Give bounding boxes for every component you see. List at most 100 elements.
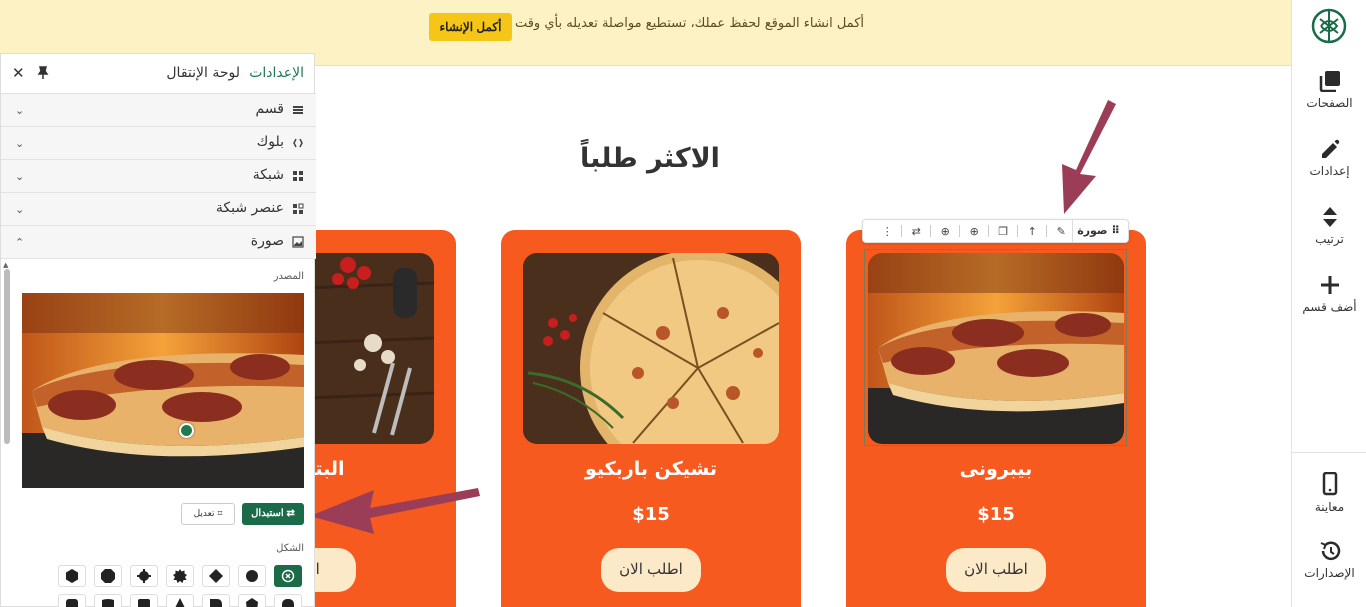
shape-leaf[interactable] [202,594,230,607]
toolbar-divider [959,225,961,237]
tab-settings[interactable]: الإعدادات [249,65,304,81]
triangle-shape-icon [175,598,185,607]
shape-circle[interactable] [238,565,266,587]
history-icon [1320,541,1340,561]
plus-icon [1320,276,1339,294]
shape-triangle[interactable] [166,594,194,607]
versions-button[interactable]: الإصدارات [1292,540,1366,580]
pencil-icon: ✎ [1056,224,1066,238]
accordion-grid[interactable]: شبكة ⌄ [1,160,316,193]
tab-navigator[interactable]: لوحة الإنتقال [166,65,240,81]
product-name[interactable]: بيبرونى [846,458,1146,480]
toolbar-divider [1046,225,1048,237]
chevron-down-icon: ⌄ [15,203,25,216]
product-name[interactable]: تشيكن باربكيو [501,458,801,480]
edit-image-button[interactable]: ⌗ تعديل [181,503,235,525]
move-up-button[interactable]: ↑ [1021,220,1043,242]
editor-screen: أكمل انشاء الموقع لحفظ عملك، تستطيع مواص… [0,0,1366,607]
sort-icon [1322,207,1337,227]
toolbar-divider [1292,452,1366,453]
diamond-shape-icon [209,569,223,583]
circle-shape-icon [246,570,258,582]
banner-message: أكمل انشاء الموقع لحفظ عملك، تستطيع مواص… [514,16,864,31]
shape-rounded-square[interactable] [274,594,302,607]
add-below-button[interactable]: ⊕ [963,220,985,242]
image-source-preview[interactable] [22,293,304,488]
shape-square-a[interactable] [130,594,158,607]
pencil-icon [1321,139,1339,158]
more-options-button[interactable]: ⋮ [876,220,898,242]
order-now-button[interactable]: اطلب الان [946,548,1046,592]
shape-square-c[interactable] [58,594,86,607]
order-now-button[interactable]: اطلب الان [601,548,701,592]
shape-badge[interactable] [166,565,194,587]
accordion-section[interactable]: قسم ⌄ [1,94,316,127]
toolbar-divider [930,225,932,237]
pin-icon[interactable] [37,66,49,80]
mobile-icon [1322,472,1337,496]
add-section-button[interactable]: أضف قسم [1292,274,1366,314]
chevron-down-icon: ⌄ [15,137,25,150]
logo-icon[interactable] [1311,8,1347,44]
selected-image-outline [864,249,1127,446]
edit-button[interactable]: ✎ [1050,220,1072,242]
product-price[interactable]: $15 [846,504,1146,525]
sort-button[interactable]: ترتيب [1292,206,1366,246]
swap-icon: ⇄ [286,508,295,519]
add-above-button[interactable]: ⊕ [934,220,956,242]
complete-setup-button[interactable]: أكمل الإنشاء [429,13,512,41]
pages-button[interactable]: الصفحات [1292,70,1366,110]
panel-scrollbar[interactable] [4,269,10,444]
octagon-shape-icon [101,569,115,583]
chevron-up-icon: ⌃ [15,236,25,249]
drag-handle-icon[interactable]: ⠿ [1111,224,1120,237]
settings-panel: الإعدادات لوحة الإنتقال ✕ قسم ⌄ بلوك ⌄ ش… [0,53,316,607]
shape-hexagon[interactable] [58,565,86,587]
accordion-block[interactable]: بلوك ⌄ [1,127,316,160]
rounded-square-shape-icon [282,599,294,607]
add-above-icon: ⊕ [940,224,950,238]
replace-image-button[interactable]: ⇄ استبدال [242,503,304,525]
toolbar-divider [901,225,903,237]
grid-icon [293,171,303,181]
pages-icon [1319,71,1340,92]
settings-button[interactable]: إعدادات [1292,138,1366,178]
right-toolbar: الصفحات إعدادات ترتيب أضف قسم معاينة الإ… [1291,0,1366,607]
shape-label: الشكل [276,543,304,554]
toolbar-divider [988,225,990,237]
square-shape-icon [66,599,78,607]
leaf-shape-icon [210,599,222,607]
accordion-grid-item[interactable]: عنصر شبكة ⌄ [1,193,316,226]
image-settings-body: ▲ المصدر ⇄ استبدال ⌗ تعديل الشكل [1,261,316,607]
shape-octagon[interactable] [94,565,122,587]
element-toolbar: ⠿ صورة ✎ ↑ ❐ ⊕ ⊕ ⇄ ⋮ [862,219,1129,243]
close-icon[interactable]: ✕ [12,64,25,82]
grid-item-icon [293,203,304,214]
gear-shape-icon [137,569,151,583]
product-card[interactable]: تشيكن باربكيو $15 اطلب الان [501,230,801,607]
shape-gear[interactable] [130,565,158,587]
image-icon [292,236,304,248]
accordion-image[interactable]: صورة ⌃ [1,226,316,259]
product-image[interactable] [523,253,779,444]
chevron-down-icon: ⌄ [15,170,25,183]
scroll-up-icon[interactable]: ▲ [3,261,8,269]
element-type-label[interactable]: ⠿ صورة [1072,220,1128,242]
source-label: المصدر [273,271,304,282]
starburst-shape-icon [173,569,187,583]
focal-point-handle[interactable] [179,423,194,438]
close-circle-icon [281,569,295,583]
shape-diamond[interactable] [202,565,230,587]
product-price[interactable]: $15 [501,504,801,525]
arrow-up-icon: ↑ [1027,224,1037,238]
shape-square-b[interactable] [94,594,122,607]
chevron-down-icon: ⌄ [15,104,25,117]
shape-none[interactable] [274,565,302,587]
shape-tab[interactable] [238,594,266,607]
swap-button[interactable]: ⇄ [905,220,927,242]
swap-icon: ⇄ [911,224,921,238]
square-shape-icon [138,599,150,607]
crop-icon: ⌗ [217,509,223,519]
preview-button[interactable]: معاينة [1292,472,1366,514]
duplicate-button[interactable]: ❐ [992,220,1014,242]
